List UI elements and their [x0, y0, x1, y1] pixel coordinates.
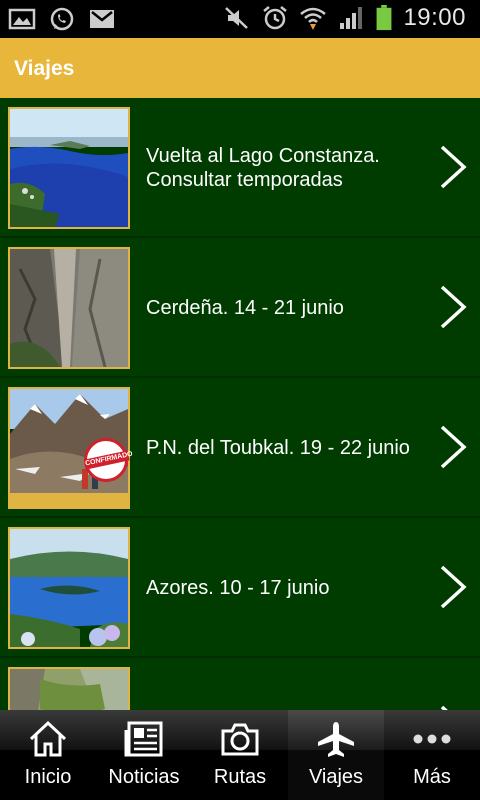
home-icon: [29, 720, 67, 757]
app-header: Viajes: [0, 38, 480, 98]
tab-inicio[interactable]: Inicio: [0, 710, 96, 800]
trip-row[interactable]: CONFIRMADO P.N. del Toubkal. 19 - 22 jun…: [0, 378, 480, 518]
chevron-right-icon: [440, 425, 467, 469]
chevron-right-icon: [440, 565, 467, 609]
more-icon: [413, 734, 451, 744]
trip-thumbnail: [8, 667, 130, 710]
alarm-icon: [263, 6, 288, 30]
trip-row[interactable]: Vuelta al Lago Constanza. Consultar temp…: [0, 98, 480, 238]
trip-row[interactable]: [0, 658, 480, 710]
chevron-right-icon: [440, 145, 467, 189]
tab-rutas[interactable]: Rutas: [192, 710, 288, 800]
page-title: Viajes: [14, 57, 75, 80]
trip-thumbnail: [8, 107, 130, 229]
azores-lake-image: [10, 529, 128, 647]
wifi-icon: [300, 7, 327, 30]
camera-icon: [221, 723, 259, 756]
whatsapp-icon: [50, 7, 74, 31]
trip-title: P.N. del Toubkal. 19 - 22 junio: [146, 437, 410, 459]
trip-row[interactable]: Azores. 10 - 17 junio: [0, 518, 480, 658]
tab-viajes[interactable]: Viajes: [288, 710, 384, 800]
trip-title: Azores. 10 - 17 junio: [146, 577, 330, 599]
trip-thumbnail: [8, 527, 130, 649]
confirmado-stamp: CONFIRMADO: [84, 438, 133, 482]
trip-thumbnail: [8, 247, 130, 369]
airplane-icon: [318, 722, 354, 757]
gallery-icon: [8, 8, 36, 30]
gmail-icon: [90, 10, 114, 28]
tab-bar: Inicio Noticias Rutas Viajes Más: [0, 710, 480, 800]
status-bar: 19:00: [0, 0, 480, 38]
valley-image: [10, 669, 128, 710]
battery-icon: [377, 5, 392, 31]
trip-list: Vuelta al Lago Constanza. Consultar temp…: [0, 98, 480, 710]
chevron-right-icon: [440, 285, 467, 329]
trip-title: Cerdeña. 14 - 21 junio: [146, 297, 344, 319]
status-time: 19:00: [403, 4, 466, 31]
newspaper-icon: [124, 721, 163, 757]
lake-landscape-image: [10, 109, 128, 227]
signal-icon: [340, 7, 363, 29]
trip-row[interactable]: Cerdeña. 14 - 21 junio: [0, 238, 480, 378]
mute-icon: [225, 7, 249, 29]
canyon-image: [10, 249, 128, 367]
trip-title: Vuelta al Lago Constanza. Consultar temp…: [146, 145, 380, 191]
tab-noticias[interactable]: Noticias: [96, 710, 192, 800]
tab-mas[interactable]: Más: [384, 710, 480, 800]
